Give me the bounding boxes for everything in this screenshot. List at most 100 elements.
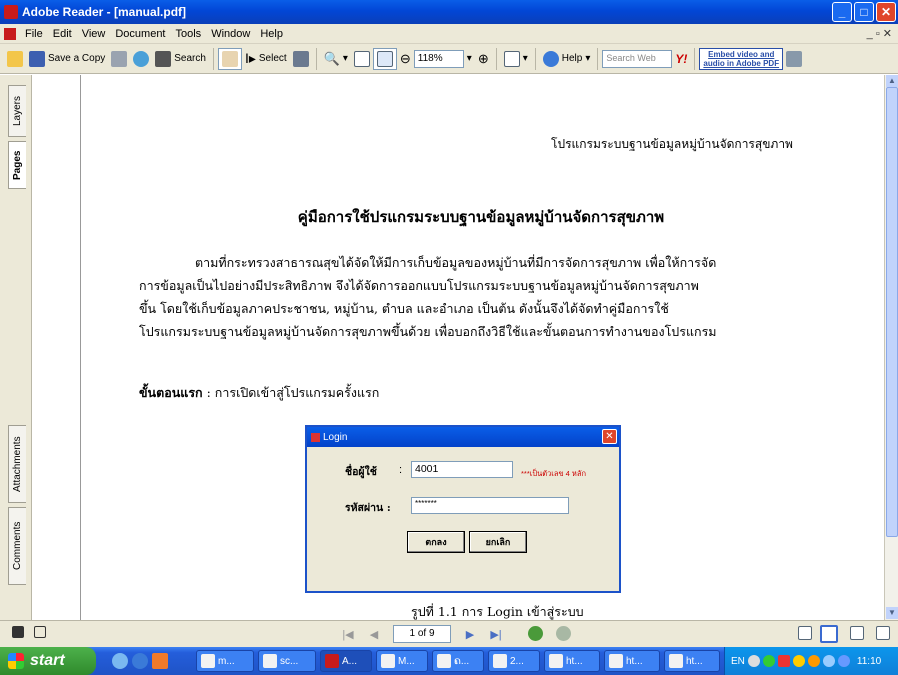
taskbar-task[interactable]: 2... <box>488 650 540 672</box>
taskbar-task[interactable]: ht... <box>544 650 600 672</box>
scroll-thumb[interactable] <box>886 87 898 537</box>
pen-icon <box>786 50 803 67</box>
continuous-facing-icon[interactable] <box>876 626 890 640</box>
previous-page-button[interactable]: ◀ <box>366 626 382 642</box>
scroll-up-arrow-icon[interactable]: ▲ <box>886 75 898 87</box>
adobe-reader-icon <box>4 5 18 19</box>
minimize-button[interactable]: _ <box>832 2 852 22</box>
hand-tool-button[interactable] <box>217 47 242 70</box>
rotate-button[interactable]: ▾ <box>501 48 531 70</box>
page-header: โปรแกรมระบบฐานข้อมูลหมู่บ้านจัดการสุขภาพ <box>551 137 793 151</box>
print-button[interactable] <box>108 48 130 70</box>
tray-icon[interactable] <box>762 655 775 667</box>
email-button[interactable] <box>130 48 152 70</box>
facing-pages-icon[interactable] <box>850 626 864 640</box>
dropdown-arrow-icon: ▾ <box>585 53 591 64</box>
tray-icon[interactable] <box>792 655 805 667</box>
search-button[interactable]: Search <box>152 48 209 70</box>
menu-file[interactable]: File <box>20 28 48 40</box>
paragraph-line: การข้อมูลเป็นไปอย่างมีประสิทธิภาพ จึงได้… <box>139 278 699 293</box>
page-number-field[interactable]: 1 of 9 <box>393 625 451 643</box>
taskbar-task[interactable]: ຄ... <box>432 650 484 672</box>
language-indicator[interactable]: EN <box>731 656 745 667</box>
select-tool-button[interactable]: I▸ Select <box>242 48 290 70</box>
toolbar-separator <box>534 47 536 70</box>
tab-comments[interactable]: Comments <box>8 507 26 585</box>
tab-pages[interactable]: Pages <box>8 141 26 189</box>
login-dialog-figure: Login ✕ ชื่อผู้ใช้ : 4001 ***เป็นตัวเลข … <box>305 425 621 593</box>
document-window-controls[interactable]: _ ▫ ✕ <box>867 27 892 40</box>
taskbar-task[interactable]: m... <box>196 650 254 672</box>
menu-tools[interactable]: Tools <box>171 28 207 40</box>
system-tray: EN 11:10 <box>724 647 898 675</box>
username-field: 4001 <box>411 461 513 478</box>
windows-flag-icon <box>8 653 24 669</box>
menu-view[interactable]: View <box>77 28 111 40</box>
zoom-level-input[interactable]: 118% <box>413 49 464 68</box>
menu-help[interactable]: Help <box>255 28 288 40</box>
tray-icon[interactable] <box>747 655 760 667</box>
task-label: m... <box>218 655 235 667</box>
taskbar-task[interactable]: ht... <box>664 650 720 672</box>
window-title: Adobe Reader - [manual.pdf] <box>22 5 187 19</box>
last-page-button[interactable]: ▶| <box>488 626 504 642</box>
document-view[interactable]: โปรแกรมระบบฐานข้อมูลหมู่บ้านจัดการสุขภาพ… <box>32 75 884 620</box>
continuous-page-icon[interactable] <box>820 625 838 643</box>
title-bar: Adobe Reader - [manual.pdf] _ □ ✕ <box>0 0 898 24</box>
vertical-scrollbar[interactable]: ▲ ▼ <box>884 75 898 620</box>
document-title: คู่มือการใช้ปรแกรมระบบฐานข้อมูลหมู่บ้านจ… <box>297 208 665 226</box>
yahoo-button[interactable]: Y! <box>672 48 690 70</box>
start-button[interactable]: start <box>0 647 96 675</box>
password-label: รหัสผ่าน : <box>345 502 391 514</box>
taskbar-task[interactable]: M... <box>376 650 428 672</box>
zoom-tool-button[interactable]: 🔍 ▾ <box>321 48 351 70</box>
extra-tool-button[interactable] <box>783 48 805 70</box>
actual-size-button[interactable] <box>351 48 373 70</box>
zoom-in-button[interactable]: ⊕ <box>475 48 492 70</box>
help-button[interactable]: Help ▾ <box>540 48 594 70</box>
task-label: ht... <box>686 655 703 667</box>
go-back-icon[interactable] <box>528 626 543 641</box>
text-cursor-icon: I▸ <box>244 50 256 66</box>
taskbar-task[interactable]: sc... <box>258 650 316 672</box>
page-view-icon[interactable] <box>34 626 46 638</box>
menu-window[interactable]: Window <box>206 28 255 40</box>
menu-edit[interactable]: Edit <box>48 28 77 40</box>
document-icon[interactable] <box>4 27 16 40</box>
tray-icon[interactable] <box>777 655 790 667</box>
embed-video-link[interactable]: Embed video and audio in Adobe PDF <box>699 47 784 70</box>
printer-icon <box>111 50 128 67</box>
tray-icon[interactable] <box>837 655 850 667</box>
toolbar-separator <box>315 47 317 70</box>
open-button[interactable] <box>4 48 26 70</box>
zoom-dropdown[interactable]: ▾ <box>464 48 475 70</box>
hide-panel-icon[interactable] <box>12 626 24 638</box>
menu-document[interactable]: Document <box>110 28 170 40</box>
tab-layers[interactable]: Layers <box>8 85 26 137</box>
maximize-button[interactable]: □ <box>854 2 874 22</box>
quicklaunch-icon[interactable] <box>132 653 148 669</box>
scroll-down-arrow-icon[interactable]: ▼ <box>886 607 898 619</box>
quicklaunch-icon[interactable] <box>152 653 168 669</box>
close-button[interactable]: ✕ <box>876 2 896 22</box>
search-web-input[interactable]: Search Web <box>602 49 673 68</box>
floppy-icon <box>29 50 45 67</box>
taskbar-task-adobe[interactable]: A... <box>320 650 372 672</box>
zoom-out-button[interactable]: ⊖ <box>397 48 414 70</box>
fit-width-button[interactable] <box>372 47 397 70</box>
save-copy-button[interactable]: Save a Copy <box>26 48 108 70</box>
go-forward-icon[interactable] <box>556 626 571 641</box>
tray-icon[interactable] <box>807 655 820 667</box>
cancel-button: ยกเลิก <box>469 531 527 553</box>
taskbar-task[interactable]: ht... <box>604 650 660 672</box>
tray-icon[interactable] <box>822 655 835 667</box>
folder-open-icon <box>7 50 23 67</box>
email-icon <box>133 50 150 67</box>
start-label: start <box>30 652 65 669</box>
tab-attachments[interactable]: Attachments <box>8 425 26 503</box>
snapshot-button[interactable] <box>290 48 312 70</box>
next-page-button[interactable]: ▶ <box>462 626 478 642</box>
quicklaunch-icon[interactable] <box>112 653 128 669</box>
single-page-icon[interactable] <box>798 626 812 640</box>
first-page-button[interactable]: |◀ <box>340 626 356 642</box>
